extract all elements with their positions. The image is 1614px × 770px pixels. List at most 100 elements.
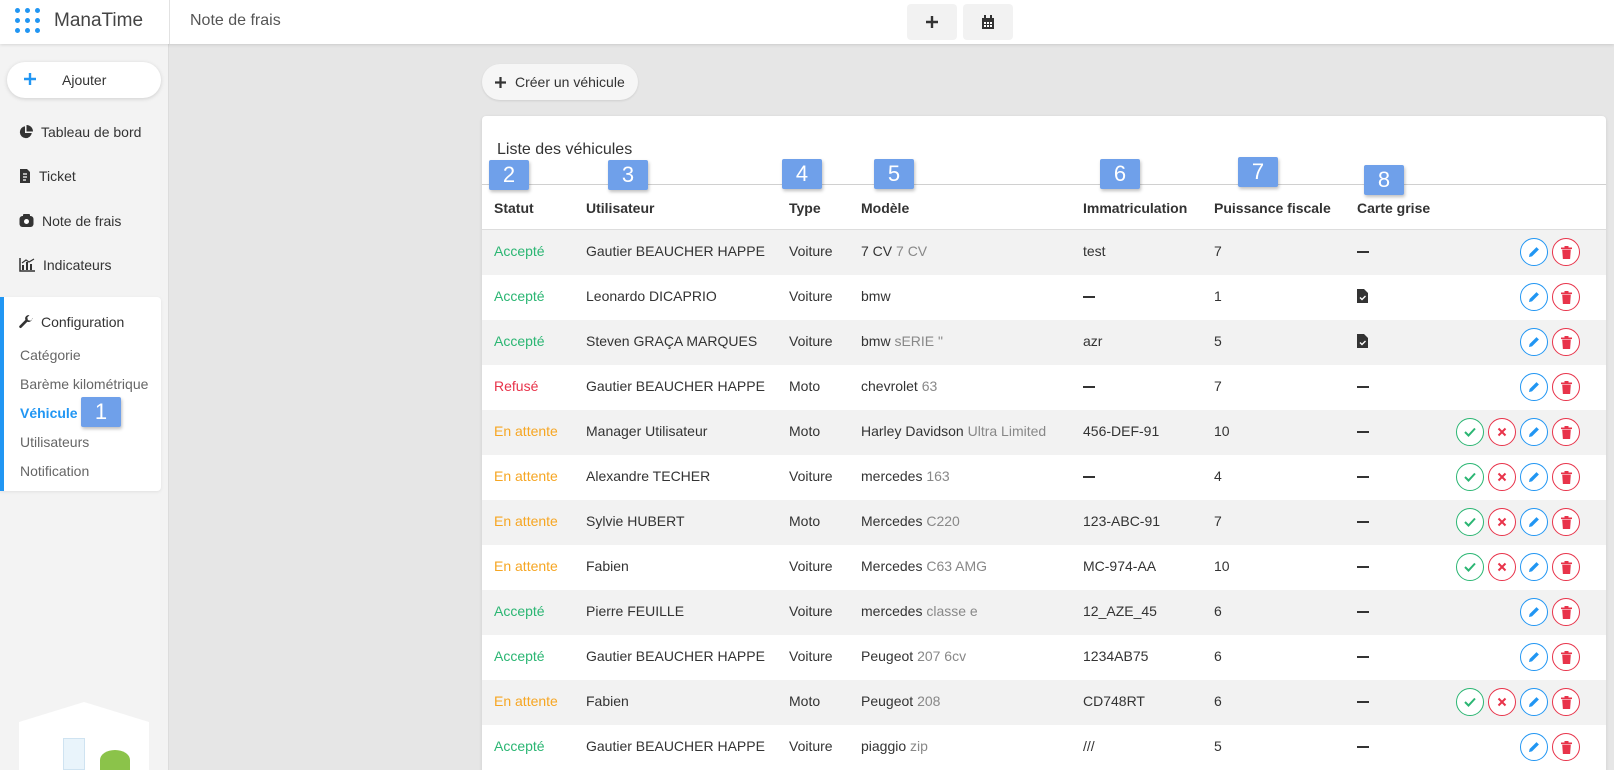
vehicle-brand: mercedes — [861, 603, 923, 619]
table-row[interactable]: Accepté Leonardo DICAPRIO Voiture bmw 1 — [482, 275, 1606, 320]
model-cell: Peugeot 207 6cv — [861, 648, 966, 664]
column-header-model[interactable]: Modèle — [861, 200, 909, 216]
file-icon[interactable] — [1357, 289, 1368, 303]
delete-button[interactable] — [1552, 373, 1580, 401]
edit-button[interactable] — [1520, 598, 1548, 626]
column-header-power[interactable]: Puissance fiscale — [1214, 200, 1331, 216]
table-row[interactable]: En attente Fabien Voiture Mercedes C63 AMG M… — [482, 545, 1606, 590]
delete-button[interactable] — [1552, 328, 1580, 356]
delete-button[interactable] — [1552, 508, 1580, 536]
table-row[interactable]: Accepté Gautier BEAUCHER HAPPE Voiture piag… — [482, 725, 1606, 770]
sidebar-item-ticket[interactable]: Ticket — [19, 165, 76, 187]
table-row[interactable]: En attente Fabien Moto Peugeot 208 CD748RT 6 — [482, 680, 1606, 725]
user-cell: Leonardo DICAPRIO — [586, 288, 717, 304]
pencil-icon — [1529, 607, 1539, 617]
sidebar-item-category[interactable]: Catégorie — [20, 347, 81, 363]
registration-doc-cell-empty — [1357, 423, 1369, 439]
status-cell: Accepté — [494, 648, 545, 664]
edit-button[interactable] — [1520, 463, 1548, 491]
vehicle-list-card: Liste des véhicules Statut Utilisateur T… — [482, 116, 1606, 770]
sidebar-item-mileage-scale[interactable]: Barème kilométrique — [20, 376, 148, 392]
sidebar-item-dashboard[interactable]: Tableau de bord — [19, 121, 141, 143]
model-cell: bmw — [861, 288, 891, 304]
pencil-icon — [1529, 382, 1539, 392]
edit-button[interactable] — [1520, 733, 1548, 761]
column-header-registration-doc[interactable]: Carte grise — [1357, 200, 1430, 216]
edit-button[interactable] — [1520, 643, 1548, 671]
reject-button[interactable] — [1488, 508, 1516, 536]
sidebar-item-notification[interactable]: Notification — [20, 463, 89, 479]
approve-button[interactable] — [1456, 553, 1484, 581]
approve-button[interactable] — [1456, 688, 1484, 716]
type-cell: Voiture — [789, 648, 833, 664]
table-row[interactable]: En attente Sylvie HUBERT Moto Mercedes C220… — [482, 500, 1606, 545]
dash-icon — [1357, 521, 1369, 524]
create-vehicle-button[interactable]: Créer un véhicule — [482, 64, 638, 100]
column-header-plate[interactable]: Immatriculation — [1083, 200, 1187, 216]
receipt-icon — [20, 169, 30, 183]
brand-name[interactable]: ManaTime — [54, 10, 143, 32]
close-icon — [1497, 697, 1507, 707]
table-row[interactable]: Accepté Gautier BEAUCHER HAPPE Voiture Peug… — [482, 635, 1606, 680]
file-icon[interactable] — [1357, 334, 1368, 348]
status-cell: Refusé — [494, 378, 539, 394]
user-cell: Manager Utilisateur — [586, 423, 708, 439]
wrench-icon — [19, 315, 33, 328]
delete-button[interactable] — [1552, 598, 1580, 626]
delete-button[interactable] — [1552, 238, 1580, 266]
edit-button[interactable] — [1520, 373, 1548, 401]
add-button[interactable] — [907, 4, 957, 40]
table-row[interactable]: Accepté Gautier BEAUCHER HAPPE Voiture 7 CV… — [482, 230, 1606, 275]
delete-button[interactable] — [1552, 463, 1580, 491]
column-header-user[interactable]: Utilisateur — [586, 200, 654, 216]
reject-button[interactable] — [1488, 688, 1516, 716]
sidebar-item-label: Note de frais — [42, 213, 122, 229]
dash-icon — [1083, 386, 1095, 389]
delete-button[interactable] — [1552, 643, 1580, 671]
trash-icon — [1560, 425, 1572, 439]
approve-button[interactable] — [1456, 508, 1484, 536]
configuration-title[interactable]: Configuration — [19, 314, 124, 330]
edit-button[interactable] — [1520, 508, 1548, 536]
edit-button[interactable] — [1520, 553, 1548, 581]
table-row[interactable]: Refusé Gautier BEAUCHER HAPPE Moto chevrole… — [482, 365, 1606, 410]
status-cell: En attente — [494, 423, 558, 439]
approve-button[interactable] — [1456, 463, 1484, 491]
delete-button[interactable] — [1552, 283, 1580, 311]
apps-grid-icon[interactable] — [15, 8, 41, 34]
delete-button[interactable] — [1552, 418, 1580, 446]
calendar-button[interactable] — [963, 4, 1013, 40]
table-row[interactable]: Accepté Steven GRAÇA MARQUES Voiture bmw sE… — [482, 320, 1606, 365]
delete-button[interactable] — [1552, 733, 1580, 761]
type-cell: Voiture — [789, 243, 833, 259]
type-cell: Voiture — [789, 288, 833, 304]
column-header-type[interactable]: Type — [789, 200, 821, 216]
edit-button[interactable] — [1520, 283, 1548, 311]
sidebar-add-button[interactable]: Ajouter — [7, 62, 161, 98]
trash-icon — [1560, 650, 1572, 664]
sidebar-item-users[interactable]: Utilisateurs — [20, 434, 89, 450]
reject-button[interactable] — [1488, 418, 1516, 446]
delete-button[interactable] — [1552, 688, 1580, 716]
user-cell: Gautier BEAUCHER HAPPE — [586, 738, 765, 754]
reject-button[interactable] — [1488, 463, 1516, 491]
edit-button[interactable] — [1520, 238, 1548, 266]
table-row[interactable]: En attente Alexandre TECHER Voiture mercede… — [482, 455, 1606, 500]
registration-doc-cell-empty — [1357, 603, 1369, 619]
edit-button[interactable] — [1520, 328, 1548, 356]
registration-doc-cell-empty — [1357, 378, 1369, 394]
sidebar-item-expense[interactable]: Note de frais — [19, 210, 121, 232]
table-row[interactable]: En attente Manager Utilisateur Moto Harley … — [482, 410, 1606, 455]
power-cell: 6 — [1214, 603, 1222, 619]
row-actions — [1456, 238, 1606, 268]
edit-button[interactable] — [1520, 688, 1548, 716]
column-header-status[interactable]: Statut — [494, 200, 534, 216]
delete-button[interactable] — [1552, 553, 1580, 581]
table-row[interactable]: Accepté Pierre FEUILLE Voiture mercedes cla… — [482, 590, 1606, 635]
reject-button[interactable] — [1488, 553, 1516, 581]
sidebar-item-indicators[interactable]: Indicateurs — [19, 254, 111, 276]
vehicle-model: 7 CV — [896, 243, 928, 259]
sidebar-item-vehicle[interactable]: Véhicule — [20, 405, 78, 421]
approve-button[interactable] — [1456, 418, 1484, 446]
edit-button[interactable] — [1520, 418, 1548, 446]
